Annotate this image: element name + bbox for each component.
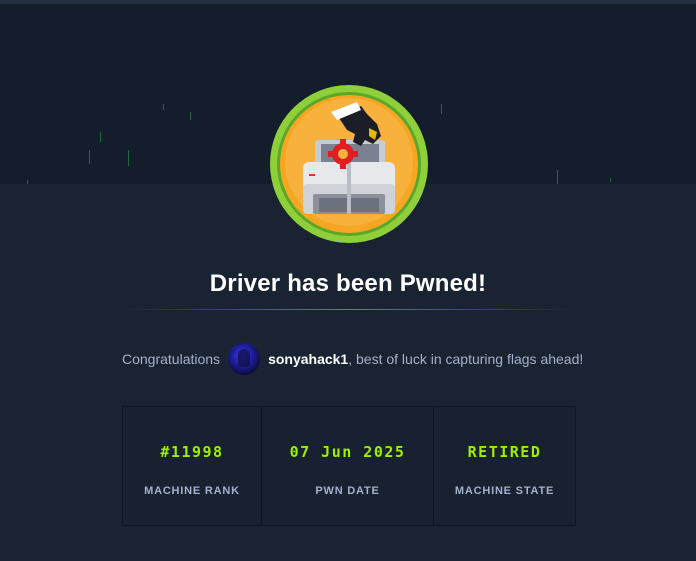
matrix-rain-line: [610, 178, 611, 182]
matrix-rain-line: [27, 180, 28, 184]
user-avatar[interactable]: [228, 343, 261, 375]
stat-value: 07 Jun 2025: [289, 443, 406, 461]
congrats-prefix: Congratulations: [122, 351, 221, 367]
stat-machine-rank: #11998 MACHINE RANK: [123, 407, 262, 525]
stat-label: MACHINE STATE: [454, 485, 555, 497]
page-title: Driver has been Pwned!: [209, 270, 487, 297]
stats-panel: #11998 MACHINE RANK 07 Jun 2025 PWN DATE…: [122, 406, 576, 526]
matrix-rain-line: [557, 170, 558, 184]
username-link[interactable]: sonyahack1: [268, 351, 348, 367]
stat-label: PWN DATE: [315, 485, 380, 497]
matrix-rain-line: [441, 104, 442, 114]
matrix-rain-line: [100, 132, 101, 142]
congrats-message: Congratulations sonyahack1 , best of luc…: [122, 343, 583, 375]
matrix-rain-line: [128, 150, 129, 166]
stat-value: RETIRED: [467, 443, 542, 461]
stat-pwn-date: 07 Jun 2025 PWN DATE: [262, 407, 434, 525]
title-divider: [122, 309, 576, 310]
matrix-rain-line: [190, 112, 191, 120]
matrix-rain-line: [89, 150, 90, 164]
stat-machine-state: RETIRED MACHINE STATE: [434, 407, 575, 525]
stat-label: MACHINE RANK: [144, 485, 240, 497]
stat-value: #11998: [160, 443, 224, 461]
matrix-rain-line: [163, 104, 164, 110]
congrats-suffix: , best of luck in capturing flags ahead!: [348, 351, 584, 367]
machine-badge-icon: [269, 84, 429, 244]
